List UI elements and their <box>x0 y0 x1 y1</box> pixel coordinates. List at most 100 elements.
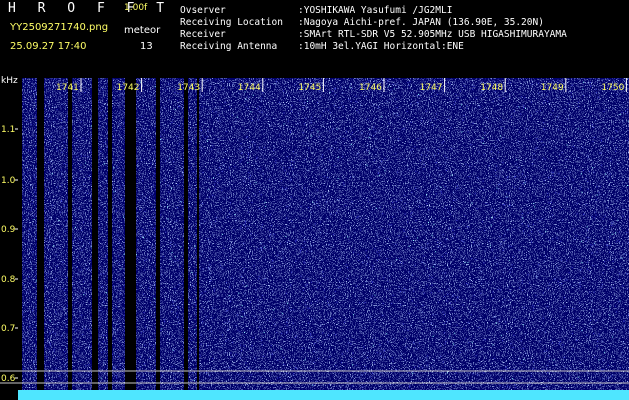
noise-pixel <box>430 119 432 121</box>
noise-pixel <box>492 297 494 299</box>
noise-pixel <box>312 384 314 386</box>
noise-pixel <box>196 353 198 355</box>
noise-pixel <box>79 310 81 312</box>
noise-pixel <box>206 136 208 137</box>
noise-pixel <box>510 268 512 269</box>
noise-pixel <box>305 304 307 306</box>
noise-pixel <box>249 183 251 185</box>
noise-pixel <box>241 152 243 154</box>
noise-pixel <box>326 201 328 203</box>
noise-pixel <box>206 140 208 142</box>
noise-pixel <box>341 102 343 104</box>
noise-pixel <box>329 318 331 320</box>
noise-pixel <box>357 254 359 256</box>
noise-pixel <box>584 178 586 180</box>
noise-pixel <box>101 87 103 89</box>
noise-pixel <box>399 258 401 260</box>
noise-pixel <box>219 160 221 162</box>
noise-pixel <box>65 226 67 227</box>
noise-pixel <box>61 200 62 202</box>
noise-pixel <box>504 298 506 300</box>
noise-pixel <box>257 168 259 170</box>
noise-pixel <box>311 135 313 137</box>
noise-pixel <box>426 360 428 362</box>
noise-pixel <box>358 112 360 114</box>
noise-pixel <box>464 215 466 217</box>
noise-pixel <box>490 151 492 153</box>
noise-pixel <box>143 330 145 332</box>
noise-pixel <box>359 164 361 166</box>
noise-pixel <box>524 176 526 178</box>
noise-pixel <box>499 135 501 137</box>
noise-pixel <box>469 279 471 281</box>
noise-pixel <box>587 181 589 182</box>
noise-pixel <box>261 227 262 229</box>
noise-pixel <box>623 355 625 357</box>
noise-pixel <box>164 107 166 109</box>
noise-pixel <box>64 230 66 232</box>
meteor-count: 13 <box>140 41 153 52</box>
noise-pixel <box>396 113 398 114</box>
noise-pixel <box>550 208 551 209</box>
noise-pixel <box>46 285 48 287</box>
noise-pixel <box>56 118 58 120</box>
noise-pixel <box>33 361 35 363</box>
noise-pixel <box>509 290 511 292</box>
noise-pixel <box>437 301 439 303</box>
noise-pixel <box>260 97 262 99</box>
noise-pixel <box>82 326 84 328</box>
noise-pixel <box>597 335 599 337</box>
noise-pixel <box>259 321 261 323</box>
noise-pixel <box>500 119 502 121</box>
noise-pixel <box>85 364 87 366</box>
noise-pixel <box>121 159 123 161</box>
noise-pixel <box>329 91 331 93</box>
noise-pixel <box>578 157 580 158</box>
time-label: 1743 <box>177 83 200 93</box>
noise-pixel <box>137 239 139 241</box>
noise-pixel <box>569 324 571 326</box>
noise-pixel <box>465 338 467 340</box>
data-gap-bar <box>184 78 188 400</box>
noise-pixel <box>74 103 76 105</box>
noise-pixel <box>205 323 207 325</box>
noise-pixel <box>437 241 439 243</box>
noise-pixel <box>403 127 405 129</box>
noise-pixel <box>573 228 575 230</box>
noise-pixel <box>607 176 609 178</box>
noise-pixel <box>483 189 485 191</box>
noise-pixel <box>539 231 541 233</box>
noise-pixel <box>47 246 49 248</box>
noise-pixel <box>271 260 273 262</box>
noise-pixel <box>304 159 306 160</box>
observer-value: :YOSHIKAWA Yasufumi /JG2MLI <box>298 5 453 16</box>
noise-pixel <box>514 384 516 386</box>
noise-pixel <box>179 273 181 275</box>
noise-pixel <box>589 322 591 324</box>
noise-pixel <box>525 333 526 335</box>
noise-pixel <box>286 322 288 323</box>
noise-pixel <box>100 309 102 311</box>
noise-pixel <box>168 83 170 85</box>
noise-pixel <box>523 358 525 360</box>
noise-pixel <box>257 299 259 301</box>
noise-pixel <box>51 136 52 138</box>
noise-pixel <box>353 314 354 316</box>
noise-pixel <box>436 94 438 95</box>
noise-pixel <box>456 324 458 326</box>
noise-pixel <box>338 156 340 158</box>
noise-pixel <box>113 285 115 287</box>
noise-pixel <box>33 360 35 362</box>
noise-pixel <box>386 80 388 82</box>
noise-pixel <box>50 343 51 345</box>
noise-pixel <box>435 326 437 327</box>
noise-pixel <box>167 333 169 335</box>
noise-pixel <box>410 216 412 218</box>
noise-pixel <box>423 148 425 150</box>
noise-pixel <box>514 267 516 268</box>
noise-pixel <box>625 253 627 255</box>
noise-pixel <box>472 122 474 124</box>
noise-pixel <box>475 355 477 357</box>
noise-pixel <box>362 302 364 304</box>
noise-pixel <box>445 162 446 164</box>
